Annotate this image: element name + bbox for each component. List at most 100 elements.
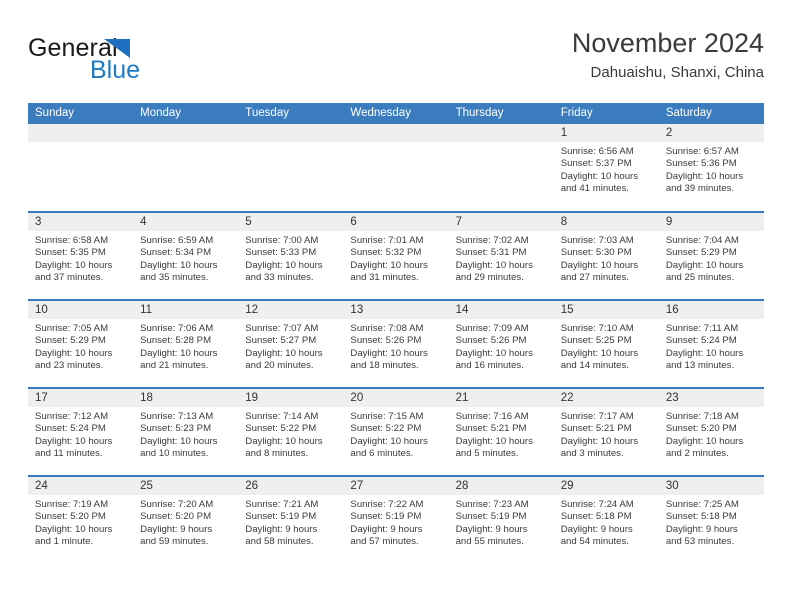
sunrise-time: Sunrise: 6:59 AM <box>140 235 214 246</box>
calendar-day-cell[interactable]: 13 Sunrise: 7:08 AM Sunset: 5:26 PM Dayligh… <box>343 299 449 388</box>
sunrise-time: Sunrise: 7:14 AM <box>245 411 319 422</box>
day-number: 11 <box>133 301 239 319</box>
day-details: Sunrise: 7:18 AM Sunset: 5:20 PM Daylight:… <box>659 407 764 461</box>
calendar-header-row: Sunday Monday Tuesday Wednesday Thursday… <box>28 103 764 124</box>
masthead: General Blue November 2024 Dahuaishu, Sh… <box>28 26 764 88</box>
calendar-day-cell[interactable]: 25 Sunrise: 7:20 AM Sunset: 5:20 PM Dayligh… <box>133 475 239 564</box>
calendar-day-cell[interactable]: 1 Sunrise: 6:56 AM Sunset: 5:37 PM Daylight… <box>553 124 659 212</box>
daylight-duration-line-1: Daylight: 9 hours <box>455 523 528 535</box>
calendar-day-cell[interactable]: 11 Sunrise: 7:06 AM Sunset: 5:28 PM Dayligh… <box>133 299 239 388</box>
calendar-day-cell[interactable]: 8 Sunrise: 7:03 AM Sunset: 5:30 PM Daylight… <box>553 211 659 300</box>
sunrise-time: Sunrise: 7:03 AM <box>560 235 634 246</box>
day-number: 19 <box>238 389 344 407</box>
daylight-duration-line-2: and 8 minutes. <box>245 448 309 460</box>
location-subtitle: Dahuaishu, Shanxi, China <box>590 64 764 81</box>
calendar-day-cell[interactable]: 21 Sunrise: 7:16 AM Sunset: 5:21 PM Dayligh… <box>448 387 554 476</box>
day-details: Sunrise: 7:02 AM Sunset: 5:31 PM Daylight:… <box>449 231 554 285</box>
sunrise-time: Sunrise: 7:25 AM <box>665 499 739 510</box>
sunset-time: Sunset: 5:33 PM <box>245 247 317 259</box>
day-details: Sunrise: 7:03 AM Sunset: 5:30 PM Daylight:… <box>554 231 659 285</box>
daylight-duration-line-1: Daylight: 10 hours <box>665 170 744 182</box>
day-number: 12 <box>238 301 344 319</box>
sunrise-sunset-calendar: Sunday Monday Tuesday Wednesday Thursday… <box>28 103 764 564</box>
day-details: Sunrise: 7:08 AM Sunset: 5:26 PM Daylight:… <box>343 319 448 373</box>
calendar-day-cell[interactable]: 7 Sunrise: 7:02 AM Sunset: 5:31 PM Daylight… <box>448 211 554 300</box>
sunset-time: Sunset: 5:26 PM <box>455 335 527 347</box>
calendar-day-cell[interactable]: 30 Sunrise: 7:25 AM Sunset: 5:18 PM Dayligh… <box>658 475 764 564</box>
calendar-day-cell[interactable]: 29 Sunrise: 7:24 AM Sunset: 5:18 PM Dayligh… <box>553 475 659 564</box>
day-number <box>238 124 344 142</box>
day-number: 16 <box>658 301 764 319</box>
calendar-day-cell[interactable]: 2 Sunrise: 6:57 AM Sunset: 5:36 PM Daylight… <box>658 124 764 212</box>
calendar-day-cell[interactable]: 16 Sunrise: 7:11 AM Sunset: 5:24 PM Dayligh… <box>658 299 764 388</box>
weekday-header-tuesday: Tuesday <box>238 103 344 124</box>
calendar-day-cell[interactable]: 23 Sunrise: 7:18 AM Sunset: 5:20 PM Dayligh… <box>658 387 764 476</box>
calendar-day-cell[interactable]: 18 Sunrise: 7:13 AM Sunset: 5:23 PM Dayligh… <box>133 387 239 476</box>
calendar-day-cell[interactable]: 27 Sunrise: 7:22 AM Sunset: 5:19 PM Dayligh… <box>343 475 449 564</box>
calendar-day-cell[interactable]: 26 Sunrise: 7:21 AM Sunset: 5:19 PM Dayligh… <box>238 475 344 564</box>
sunrise-time: Sunrise: 7:00 AM <box>245 235 319 246</box>
day-details: Sunrise: 7:12 AM Sunset: 5:24 PM Daylight:… <box>28 407 133 461</box>
calendar-day-cell[interactable]: 5 Sunrise: 7:00 AM Sunset: 5:33 PM Daylight… <box>238 211 344 300</box>
day-details: Sunrise: 7:17 AM Sunset: 5:21 PM Daylight:… <box>554 407 659 461</box>
sunset-time: Sunset: 5:36 PM <box>665 158 737 170</box>
calendar-day-cell[interactable]: 28 Sunrise: 7:23 AM Sunset: 5:19 PM Dayligh… <box>448 475 554 564</box>
sunrise-time: Sunrise: 7:23 AM <box>455 499 529 510</box>
calendar-day-cell[interactable]: 24 Sunrise: 7:19 AM Sunset: 5:20 PM Dayligh… <box>28 475 134 564</box>
day-details: Sunrise: 6:59 AM Sunset: 5:34 PM Daylight:… <box>133 231 238 285</box>
day-details: Sunrise: 7:15 AM Sunset: 5:22 PM Daylight:… <box>343 407 448 461</box>
daylight-duration-line-1: Daylight: 10 hours <box>140 347 218 359</box>
sunset-time: Sunset: 5:35 PM <box>35 247 106 259</box>
sunset-time: Sunset: 5:20 PM <box>140 511 212 523</box>
daylight-duration-line-1: Daylight: 10 hours <box>665 347 744 359</box>
daylight-duration-line-2: and 13 minutes. <box>665 360 735 372</box>
sunrise-time: Sunrise: 6:58 AM <box>35 235 109 246</box>
day-details: Sunrise: 7:16 AM Sunset: 5:21 PM Daylight:… <box>449 407 554 461</box>
sunrise-time: Sunrise: 7:11 AM <box>665 323 739 334</box>
day-number: 5 <box>238 213 344 231</box>
day-number <box>343 124 449 142</box>
day-details: Sunrise: 7:19 AM Sunset: 5:20 PM Daylight:… <box>28 495 133 549</box>
day-details: Sunrise: 7:05 AM Sunset: 5:29 PM Daylight:… <box>28 319 133 373</box>
sunrise-time: Sunrise: 7:04 AM <box>665 235 739 246</box>
title-block: November 2024 Dahuaishu, Shanxi, China <box>572 26 764 84</box>
general-blue-logo[interactable]: General Blue <box>28 34 248 86</box>
day-number: 26 <box>238 477 344 495</box>
calendar-day-cell[interactable]: 10 Sunrise: 7:05 AM Sunset: 5:29 PM Dayligh… <box>28 299 134 388</box>
calendar-day-cell[interactable]: 17 Sunrise: 7:12 AM Sunset: 5:24 PM Dayligh… <box>28 387 134 476</box>
daylight-duration-line-2: and 54 minutes. <box>560 536 629 548</box>
daylight-duration-line-2: and 14 minutes. <box>560 360 629 372</box>
sunset-time: Sunset: 5:24 PM <box>35 423 106 435</box>
day-number: 23 <box>658 389 764 407</box>
calendar-day-cell[interactable]: 15 Sunrise: 7:10 AM Sunset: 5:25 PM Dayligh… <box>553 299 659 388</box>
daylight-duration-line-1: Daylight: 10 hours <box>245 435 323 447</box>
calendar-day-cell[interactable]: 12 Sunrise: 7:07 AM Sunset: 5:27 PM Dayligh… <box>238 299 344 388</box>
calendar-day-cell[interactable]: 9 Sunrise: 7:04 AM Sunset: 5:29 PM Daylight… <box>658 211 764 300</box>
sunset-time: Sunset: 5:34 PM <box>140 247 212 259</box>
day-number: 27 <box>343 477 449 495</box>
day-details: Sunrise: 7:09 AM Sunset: 5:26 PM Daylight:… <box>449 319 554 373</box>
day-number: 17 <box>28 389 134 407</box>
calendar-day-cell[interactable]: 6 Sunrise: 7:01 AM Sunset: 5:32 PM Daylight… <box>343 211 449 300</box>
day-number: 9 <box>658 213 764 231</box>
daylight-duration-line-1: Daylight: 9 hours <box>350 523 423 535</box>
calendar-day-cell[interactable]: 4 Sunrise: 6:59 AM Sunset: 5:34 PM Daylight… <box>133 211 239 300</box>
weekday-header-monday: Monday <box>133 103 239 124</box>
calendar-day-cell[interactable]: 20 Sunrise: 7:15 AM Sunset: 5:22 PM Dayligh… <box>343 387 449 476</box>
calendar-week-row: 1 Sunrise: 6:56 AM Sunset: 5:37 PM Daylight… <box>28 124 764 212</box>
sunrise-time: Sunrise: 7:05 AM <box>35 323 109 334</box>
daylight-duration-line-1: Daylight: 10 hours <box>560 170 639 182</box>
daylight-duration-line-2: and 29 minutes. <box>455 272 524 284</box>
sunrise-time: Sunrise: 7:20 AM <box>140 499 214 510</box>
weekday-header-row: Sunday Monday Tuesday Wednesday Thursday… <box>28 103 764 124</box>
day-number: 14 <box>448 301 554 319</box>
calendar-day-cell-empty <box>133 124 239 212</box>
day-number: 29 <box>553 477 659 495</box>
daylight-duration-line-1: Daylight: 9 hours <box>245 523 318 535</box>
day-number: 2 <box>658 124 764 142</box>
calendar-day-cell[interactable]: 19 Sunrise: 7:14 AM Sunset: 5:22 PM Dayligh… <box>238 387 344 476</box>
calendar-day-cell[interactable]: 14 Sunrise: 7:09 AM Sunset: 5:26 PM Dayligh… <box>448 299 554 388</box>
calendar-day-cell[interactable]: 3 Sunrise: 6:58 AM Sunset: 5:35 PM Daylight… <box>28 211 134 300</box>
sunset-time: Sunset: 5:29 PM <box>665 247 737 259</box>
calendar-day-cell[interactable]: 22 Sunrise: 7:17 AM Sunset: 5:21 PM Dayligh… <box>553 387 659 476</box>
